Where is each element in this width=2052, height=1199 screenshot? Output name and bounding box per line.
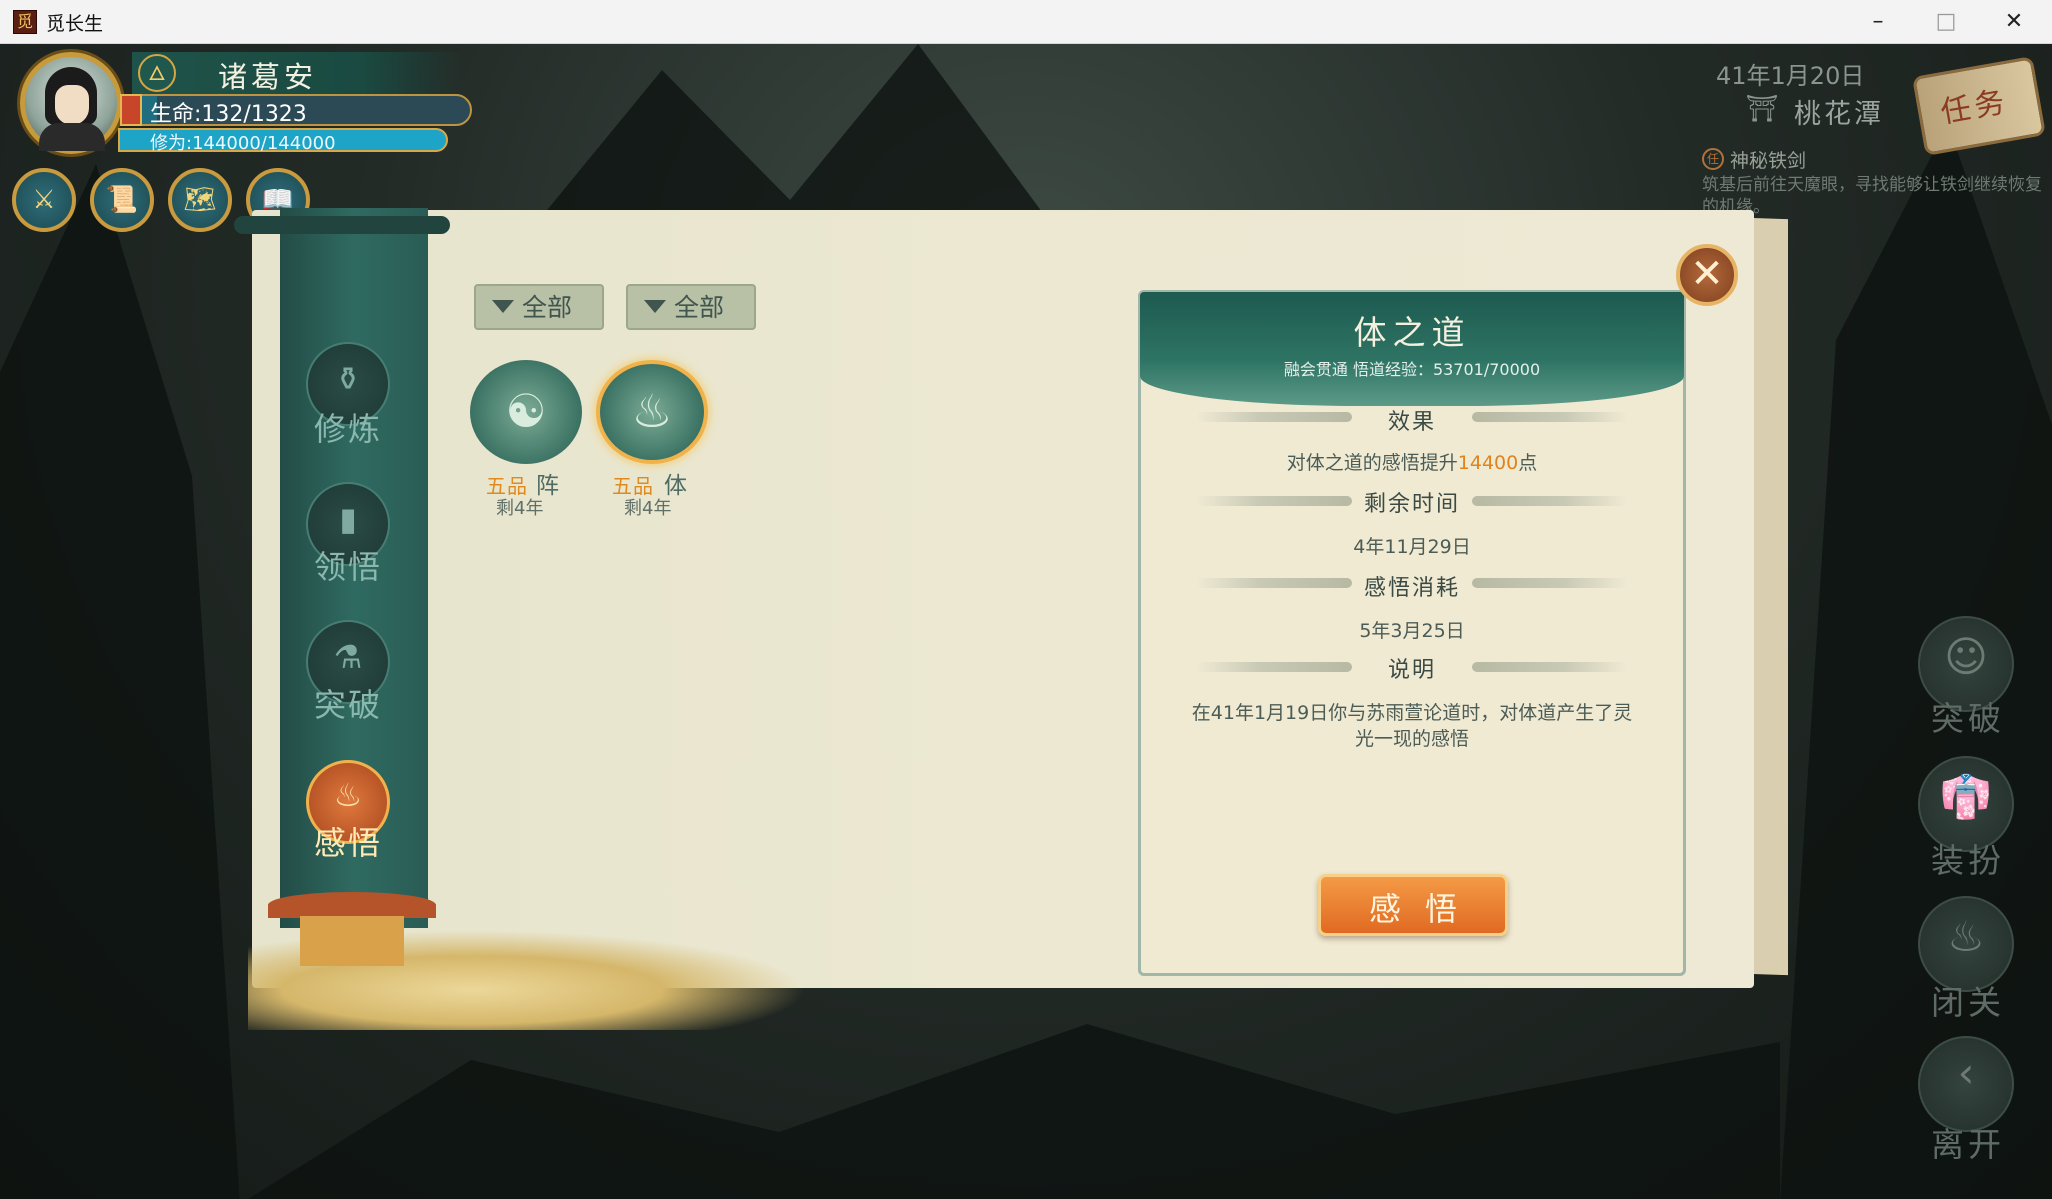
- gourd-icon: ⚱: [334, 360, 362, 398]
- cultivation-label: 修为:144000/144000: [150, 133, 336, 154]
- window-titlebar: 觅 觅长生 – □ ✕: [0, 0, 2052, 44]
- tab-insight-label: 感悟: [313, 824, 382, 862]
- comprehend-button-label: 感悟: [1368, 890, 1481, 928]
- mountain-bottom: [240, 1024, 1780, 1199]
- remaining-heading: 剩余时间: [1363, 492, 1460, 517]
- pavilion-body: [300, 916, 404, 966]
- map-icon[interactable]: 🗺: [168, 168, 232, 232]
- yin-yang-icon: ☯: [505, 384, 547, 438]
- detail-title: 体之道: [1353, 313, 1471, 352]
- pavilion-roof: [268, 892, 436, 918]
- incense-burner-icon: ♨: [1947, 912, 1985, 961]
- pillar-roof: [234, 216, 450, 234]
- chevron-down-icon: [492, 300, 514, 313]
- insight-remaining: 剩4年: [624, 498, 672, 519]
- robe-icon: 👘: [1939, 772, 1993, 821]
- cloud-swirl-icon: ♨: [631, 384, 673, 438]
- player-name: 诸葛安: [218, 60, 318, 94]
- close-icon[interactable]: ✕: [1676, 244, 1738, 306]
- effect-suffix: 点: [1518, 452, 1538, 474]
- sword-icon[interactable]: ⚔: [12, 168, 76, 232]
- chevron-down-icon: [644, 300, 666, 313]
- cost-value: 5年3月25日: [1359, 620, 1465, 642]
- tab-breakthrough-label: 突破: [313, 686, 382, 724]
- location-name[interactable]: 桃花潭: [1794, 92, 1884, 131]
- detail-subtitle: 融会贯通 悟道经验：53701/70000: [1283, 360, 1541, 379]
- game-date: 41年1月20日: [1716, 62, 1865, 90]
- description-heading: 说明: [1387, 658, 1436, 683]
- effect-text: 对体之道的感悟提升14400点: [1186, 450, 1638, 476]
- game-app-icon: 觅: [13, 10, 37, 34]
- description-text: 在41年1月19日你与苏雨萱论道时，对体道产生了灵光一现的感悟: [1191, 702, 1633, 750]
- side-outfit-label: 装扮: [1931, 841, 2005, 880]
- side-leave-label: 离开: [1931, 1125, 2005, 1164]
- effect-prefix: 对体之道的感悟提升: [1286, 452, 1458, 474]
- window-title: 觅长生: [46, 13, 104, 35]
- player-portrait[interactable]: [20, 52, 122, 154]
- effect-heading: 效果: [1387, 410, 1436, 435]
- minimize-button[interactable]: –: [1844, 0, 1912, 44]
- fire-element-icon: 🜂: [138, 54, 176, 92]
- hp-label: 生命:132/1323: [150, 102, 307, 127]
- maximize-button[interactable]: □: [1912, 0, 1980, 44]
- back-arrow-icon: ‹: [1957, 1048, 1975, 1097]
- mountain-left: [0, 164, 240, 1199]
- pavilion-icon: ⛩: [1745, 94, 1779, 124]
- bottle-icon: ⚗: [333, 638, 363, 676]
- side-seclusion-label: 闭关: [1931, 983, 2005, 1022]
- filter-grade-label: 全部: [522, 293, 573, 322]
- filter-type-label: 全部: [674, 293, 725, 322]
- side-breakthrough-label: 突破: [1931, 699, 2005, 738]
- effect-value: 14400: [1457, 452, 1519, 474]
- scroll-icon[interactable]: 📜: [90, 168, 154, 232]
- tab-comprehend-label: 领悟: [313, 548, 382, 586]
- bald-monk-icon: ☺: [1944, 632, 1988, 681]
- hp-icon: [120, 94, 142, 126]
- window-close-button[interactable]: ✕: [1980, 0, 2048, 44]
- book-icon: ▮: [339, 500, 357, 538]
- tab-cultivate-label: 修炼: [313, 410, 382, 448]
- insight-remaining: 剩4年: [496, 498, 544, 519]
- cost-heading: 感悟消耗: [1363, 576, 1460, 601]
- quest-marker-icon: 任: [1702, 148, 1724, 170]
- remaining-value: 4年11月29日: [1353, 536, 1471, 558]
- quest-name[interactable]: 神秘铁剑: [1730, 146, 1806, 173]
- incense-burner-icon: ♨: [333, 776, 363, 814]
